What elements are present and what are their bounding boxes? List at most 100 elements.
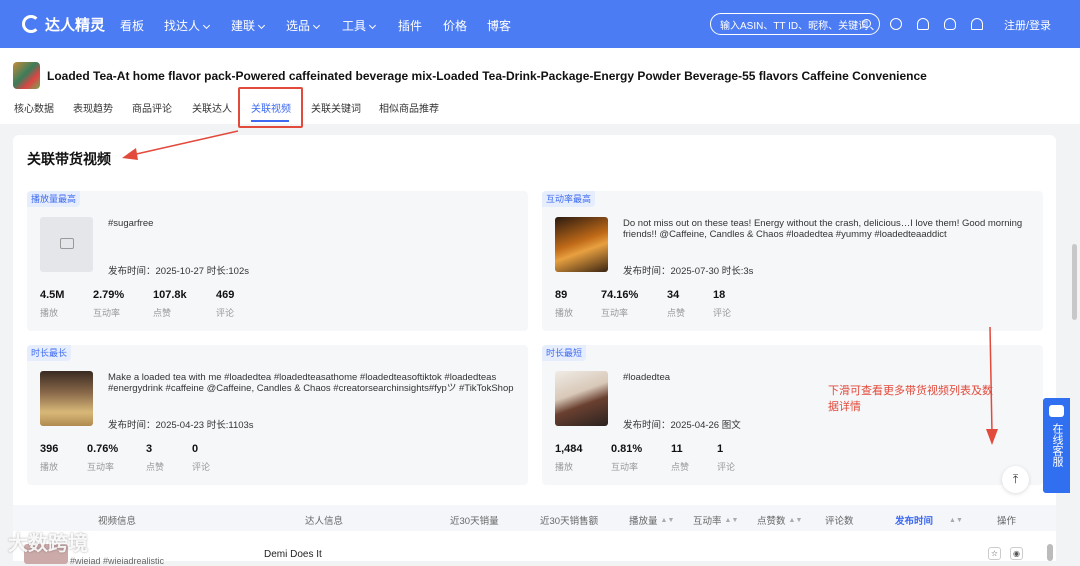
col-video-info: 视频信息 [98,516,137,527]
chevron-down-icon [257,21,266,30]
nav-item-outreach[interactable]: 建联 [231,17,266,34]
stat-comments: 18 评论 [713,289,732,318]
nav-item-plugin[interactable]: 插件 [398,17,422,34]
stat-comments: 0 评论 [192,443,211,472]
bell-icon[interactable] [971,18,983,30]
product-header: Loaded Tea-At home flavor pack-Powered c… [0,48,1080,124]
stat-engagement: 2.79% 互动率 [93,289,125,318]
col-sales-30d[interactable]: 近30天销量 [450,513,499,527]
video-caption: Make a loaded tea with me #loadedtea #lo… [108,372,514,394]
highlight-box [238,87,303,128]
back-to-top-button[interactable]: ⤒ [1002,466,1029,493]
video-card-tag: 播放量最高 [27,191,81,207]
stat-likes: 3 点赞 [146,443,165,472]
video-caption: #loadedtea [623,372,671,383]
chevron-down-icon [202,21,211,30]
stat-views: 1,484 播放 [555,443,583,472]
lightbulb-icon[interactable] [944,18,956,30]
stat-engagement: 0.81% 互动率 [611,443,643,472]
globe-icon[interactable] [890,18,902,30]
video-caption: Do not miss out on these teas! Energy wi… [623,218,1023,240]
video-thumbnail [555,217,608,272]
stat-comments: 469 评论 [216,289,235,318]
video-thumbnail-placeholder [40,217,93,272]
stat-comments: 1 评论 [717,443,736,472]
stat-likes: 107.8k 点赞 [153,289,187,318]
video-card-tag: 互动率最高 [542,191,596,207]
chat-icon [1049,405,1064,417]
nav-item-dashboard[interactable]: 看板 [120,17,144,34]
row-actions: ☆ ◉ [988,547,1028,561]
col-creator-info: 达人信息 [305,516,344,527]
col-views[interactable]: 播放量 ▲▼ [629,513,674,527]
video-card-shortest[interactable]: 时长最短 #loadedtea 发布时间：2025-04-26 图文 1,484… [542,345,1043,485]
watermark: 大数跨境 [8,533,88,555]
stat-likes: 34 点赞 [667,289,686,318]
stat-views: 89 播放 [555,289,574,318]
scroll-hint-annotation: 下滑可查看更多带货视频列表及数据详情 [828,385,993,413]
col-likes[interactable]: 点赞数 ▲▼ [757,513,802,527]
col-publish-time[interactable]: 发布时间 ▲▼ [895,513,963,527]
nav-item-find-creators[interactable]: 找达人 [164,17,211,34]
tab-similar-products[interactable]: 相似商品推荐 [379,100,439,115]
tab-performance-trend[interactable]: 表现趋势 [73,100,113,115]
video-thumbnail [555,371,608,426]
logo[interactable]: 达人精灵 [22,14,120,35]
online-service-button[interactable]: 在线客服 [1043,398,1070,493]
table-row[interactable] [13,539,1056,561]
table-scrollbar[interactable] [1047,544,1053,561]
row-creator-name[interactable]: Demi Does It [264,549,322,560]
eye-icon[interactable]: ◉ [1010,547,1023,560]
nav-item-pricing[interactable]: 价格 [443,17,467,34]
stat-views: 4.5M 播放 [40,289,65,318]
video-card-highest-engagement[interactable]: 互动率最高 Do not miss out on these teas! Ene… [542,191,1043,331]
scroll-down-arrow [986,326,998,445]
brand-name: 达人精灵 [45,16,106,34]
col-engagement[interactable]: 互动率 ▲▼ [693,513,738,527]
video-card-tag: 时长最短 [542,345,587,361]
search-icon[interactable] [862,19,871,28]
top-nav-bar: 达人精灵 看板 找达人 建联 选品 工具 插件 价格 博客 输入ASIN、TT … [0,0,1080,48]
star-icon[interactable]: ☆ [988,547,1001,560]
headset-icon[interactable] [917,18,929,30]
nav-item-blog[interactable]: 博客 [487,17,511,34]
video-thumbnail [40,371,93,426]
tab-core-data[interactable]: 核心数据 [14,100,54,115]
sort-icon: ▲▼ [788,517,803,525]
arrow-up-icon: ⤒ [1012,472,1019,486]
stat-views: 396 播放 [40,443,59,472]
section-title: 关联带货视频 [27,151,111,167]
video-card-most-views[interactable]: 播放量最高 #sugarfree 发布时间：2025-10-27 时长:102s… [27,191,528,331]
product-image [13,62,40,89]
col-comments[interactable]: 评论数 [825,513,854,527]
chevron-down-icon [312,21,321,30]
nav-item-product-selection[interactable]: 选品 [286,17,321,34]
chevron-down-icon [368,21,377,30]
video-caption: #sugarfree [108,218,154,229]
video-meta: 发布时间：2025-04-23 时长:1103s [108,420,254,431]
row-video-tags: #wieiad #wieiadrealistic [70,556,165,566]
video-card-longest[interactable]: 时长最长 Make a loaded tea with me #loadedte… [27,345,528,485]
video-meta: 发布时间：2025-10-27 时长:102s [108,266,249,277]
nav-item-tools[interactable]: 工具 [342,17,377,34]
stat-engagement: 74.16% 互动率 [601,289,639,318]
col-revenue-30d[interactable]: 近30天销售额 [540,513,598,527]
col-actions: 操作 [997,516,1017,527]
tab-product-reviews[interactable]: 商品评论 [132,100,172,115]
image-icon [60,238,74,249]
annotation-arrow [122,130,239,160]
video-meta: 发布时间：2025-07-30 时长:3s [623,266,754,277]
stat-engagement: 0.76% 互动率 [87,443,119,472]
logo-icon [22,15,40,33]
search-placeholder: 输入ASIN、TT ID、昵称、关键词 [720,20,869,32]
stat-likes: 11 点赞 [671,443,690,472]
page-scrollbar[interactable] [1072,244,1077,320]
search-input[interactable]: 输入ASIN、TT ID、昵称、关键词 [710,13,880,35]
tab-related-keywords[interactable]: 关联关键词 [311,100,361,115]
product-title: Loaded Tea-At home flavor pack-Powered c… [47,69,927,83]
video-card-tag: 时长最长 [27,345,72,361]
sort-icon: ▲▼ [724,517,739,525]
sort-icon: ▲▼ [660,517,675,525]
tab-related-creators[interactable]: 关联达人 [192,100,232,115]
login-register-link[interactable]: 注册/登录 [1004,17,1051,33]
